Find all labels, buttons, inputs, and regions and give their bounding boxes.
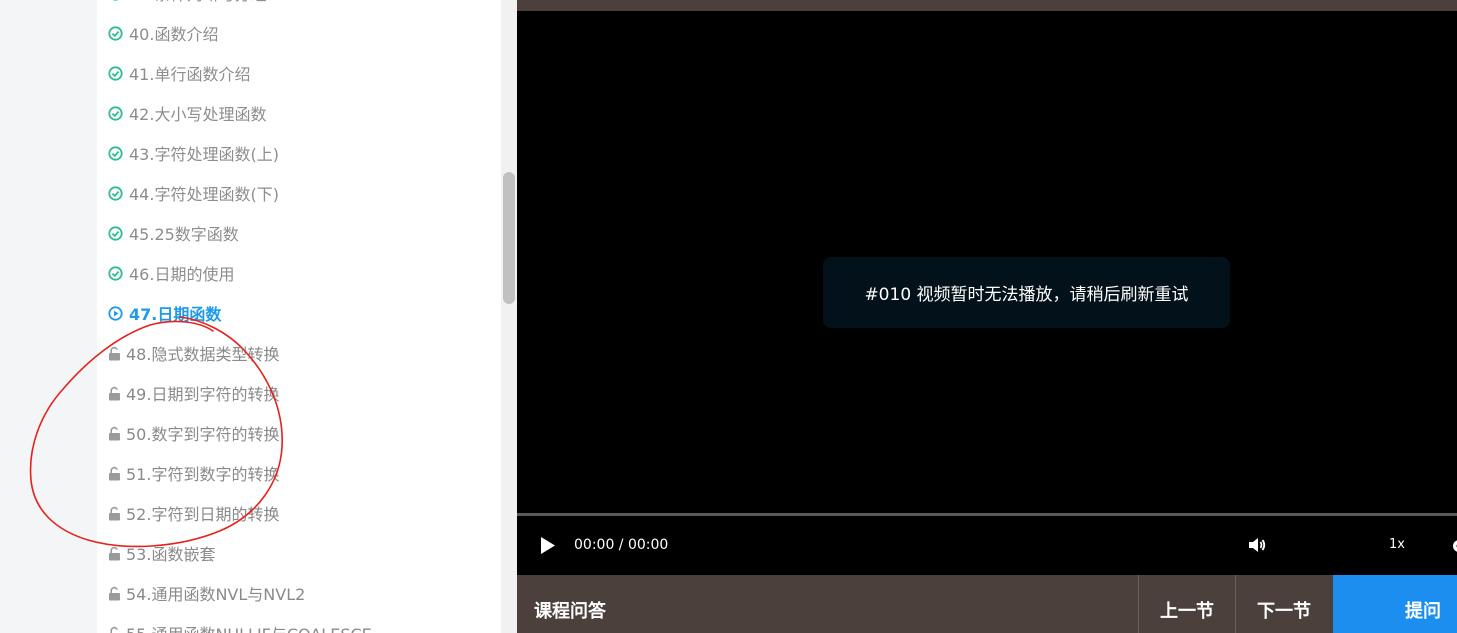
left-gutter — [0, 0, 97, 633]
lesson-item[interactable]: 42.大小写处理函数 — [97, 93, 497, 133]
gear-icon[interactable] — [1449, 536, 1457, 556]
lesson-item[interactable]: 49.日期到字符的转换 — [97, 373, 497, 413]
check-circle-icon — [108, 0, 123, 1]
scrollbar-thumb[interactable] — [503, 172, 515, 304]
video-player[interactable]: #010 视频暂时无法播放，请稍后刷新重试 00:00 / 00:00 1x — [517, 0, 1457, 575]
lesson-item[interactable]: 51.字符到数字的转换 — [97, 453, 497, 493]
check-circle-icon — [108, 225, 123, 241]
play-icon[interactable] — [539, 536, 557, 555]
check-circle-icon — [108, 105, 123, 121]
volume-icon[interactable] — [1247, 535, 1267, 555]
unlock-icon — [108, 346, 121, 361]
lesson-item[interactable]: 41.单行函数介绍 — [97, 53, 497, 93]
lesson-item[interactable]: 46.日期的使用 — [97, 253, 497, 293]
bottom-bar: 课程问答 上一节 下一节 提问 — [517, 575, 1457, 633]
error-message-box: #010 视频暂时无法播放，请稍后刷新重试 — [823, 257, 1230, 328]
unlock-icon — [108, 386, 121, 401]
player-top-strip — [517, 0, 1457, 11]
unlock-icon — [108, 506, 121, 521]
lesson-label: 55.通用函数NULLIF与COALESCE — [126, 621, 372, 633]
lesson-item[interactable]: 44.字符处理函数(下) — [97, 173, 497, 213]
lesson-label: 42.大小写处理函数 — [129, 105, 267, 124]
prev-lesson-label: 上一节 — [1160, 601, 1214, 622]
lesson-label: 50.数字到字符的转换 — [126, 425, 280, 444]
lesson-label: 47.日期函数 — [129, 305, 222, 324]
unlock-icon — [108, 546, 121, 561]
player-controls: 00:00 / 00:00 1x — [517, 516, 1457, 575]
lesson-label: 49.日期到字符的转换 — [126, 385, 280, 404]
check-circle-icon — [108, 185, 123, 201]
lesson-label: 48.隐式数据类型转换 — [126, 345, 280, 364]
time-display: 00:00 / 00:00 — [574, 537, 669, 553]
check-circle-icon — [108, 25, 123, 41]
lesson-list-scrollbar[interactable] — [501, 0, 517, 633]
check-circle-icon — [108, 265, 123, 281]
lesson-label: 44.字符处理函数(下) — [129, 185, 279, 204]
lesson-list: 39.条件判断与分组 40.函数介绍 41.单行函数介绍 42.大小写处理函数 43.字… — [97, 0, 497, 633]
play-circle-icon — [108, 305, 123, 321]
lesson-label: 51.字符到数字的转换 — [126, 465, 280, 484]
ask-question-button[interactable]: 提问 — [1333, 575, 1457, 633]
ask-question-label: 提问 — [1405, 601, 1441, 622]
unlock-icon — [108, 426, 121, 441]
lesson-item[interactable]: 48.隐式数据类型转换 — [97, 333, 497, 373]
lesson-item[interactable]: 45.25数字函数 — [97, 213, 497, 253]
lesson-item[interactable]: 53.函数嵌套 — [97, 533, 497, 573]
check-circle-icon — [108, 65, 123, 81]
error-message: #010 视频暂时无法播放，请稍后刷新重试 — [864, 285, 1189, 305]
lesson-label: 41.单行函数介绍 — [129, 65, 251, 84]
lesson-item[interactable]: 40.函数介绍 — [97, 13, 497, 53]
course-qa-tab[interactable]: 课程问答 — [534, 597, 606, 623]
unlock-icon — [108, 466, 121, 481]
lesson-item[interactable]: 52.字符到日期的转换 — [97, 493, 497, 533]
next-lesson-button[interactable]: 下一节 — [1235, 575, 1332, 633]
lesson-label: 43.字符处理函数(上) — [129, 145, 279, 164]
next-lesson-label: 下一节 — [1257, 601, 1311, 622]
lesson-label: 46.日期的使用 — [129, 265, 235, 284]
lesson-item[interactable]: 50.数字到字符的转换 — [97, 413, 497, 453]
lesson-panel: 39.条件判断与分组 40.函数介绍 41.单行函数介绍 42.大小写处理函数 43.字… — [97, 0, 517, 633]
page: 39.条件判断与分组 40.函数介绍 41.单行函数介绍 42.大小写处理函数 43.字… — [0, 0, 1457, 633]
unlock-icon — [108, 586, 121, 601]
lesson-label: 45.25数字函数 — [129, 225, 239, 244]
lesson-item[interactable]: 55.通用函数NULLIF与COALESCE — [97, 613, 497, 633]
lesson-label: 53.函数嵌套 — [126, 545, 216, 564]
lesson-label: 52.字符到日期的转换 — [126, 505, 280, 524]
lesson-label: 54.通用函数NVL与NVL2 — [126, 585, 306, 604]
lesson-label: 40.函数介绍 — [129, 25, 219, 44]
speed-selector[interactable]: 1x — [1389, 537, 1405, 552]
prev-lesson-button[interactable]: 上一节 — [1138, 575, 1235, 633]
unlock-icon — [108, 626, 121, 633]
lesson-item[interactable]: 39.条件判断与分组 — [97, 0, 497, 13]
lesson-item[interactable]: 54.通用函数NVL与NVL2 — [97, 573, 497, 613]
lesson-label: 39.条件判断与分组 — [129, 0, 266, 5]
lesson-item[interactable]: 43.字符处理函数(上) — [97, 133, 497, 173]
lesson-item[interactable]: 47.日期函数 — [97, 293, 497, 333]
check-circle-icon — [108, 145, 123, 161]
